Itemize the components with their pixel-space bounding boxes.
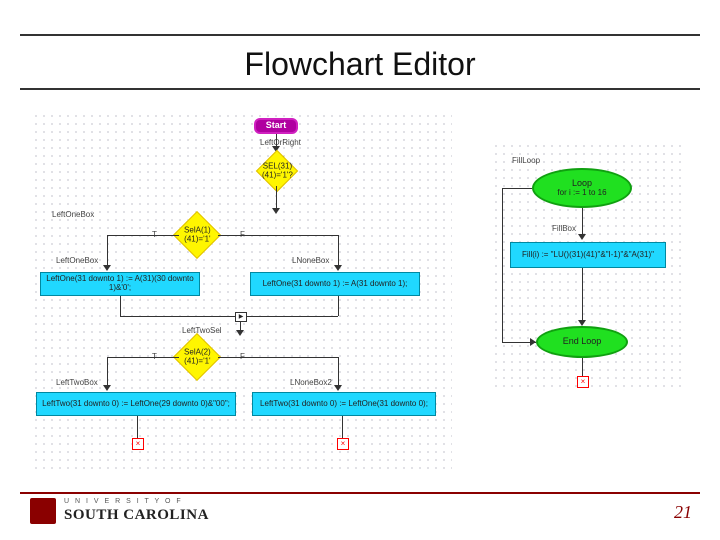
terminator-icon: × (337, 438, 349, 450)
label-leftonebox2: LeftOneBox (56, 256, 98, 265)
proc-lnone2: LeftTwo(31 downto 0) := LeftOne(31 downt… (252, 392, 436, 416)
proc-fill: Fill(i) := "LU()(31)(41)"&"I-1)"&"A(31)" (510, 242, 666, 268)
arrow-down-icon (103, 385, 111, 391)
page-number: 21 (674, 502, 692, 523)
edge (107, 357, 108, 387)
logo-line1: U N I V E R S I T Y O F (64, 498, 183, 505)
edge (582, 208, 583, 236)
label-lnonebox: LNoneBox (292, 256, 329, 265)
edge (338, 296, 339, 316)
label-leftonebox: LeftOneBox (52, 210, 94, 219)
label-lefttwobox: LeftTwoBox (56, 378, 98, 387)
university-logo: U N I V E R S I T Y O F SOUTH CAROLINA (30, 498, 260, 528)
arrow-down-icon (272, 208, 280, 214)
edge (240, 316, 338, 317)
arrow-down-icon (578, 234, 586, 240)
edge (218, 235, 338, 236)
slide-title: Flowchart Editor (0, 46, 720, 83)
edge (107, 235, 108, 267)
flowchart-canvas: Start LeftOrRight SEL(31)(41)='1'? LeftO… (32, 112, 688, 472)
rule-top (20, 34, 700, 36)
join-icon: ▶ (235, 312, 247, 322)
arrow-down-icon (334, 385, 342, 391)
loop-node: Loop for i := 1 to 16 (532, 168, 632, 208)
edge (107, 357, 179, 358)
edge (342, 416, 343, 440)
edge (137, 416, 138, 440)
label-leftright: LeftOrRight (260, 138, 301, 147)
label-fillbox: FillBox (552, 224, 576, 233)
label-lefttwosel: LeftTwoSel (182, 326, 222, 335)
edge (582, 358, 583, 378)
edge (120, 296, 121, 316)
label-fillloop: FillLoop (512, 156, 540, 165)
arrow-right-icon (530, 338, 536, 346)
decision-1-text: SEL(31)(41)='1'? (262, 162, 293, 180)
arrow-down-icon (103, 265, 111, 271)
proc-lnone: LeftOne(31 downto 1) := A(31 downto 1); (250, 272, 420, 296)
arrow-down-icon (334, 265, 342, 271)
decision-3-text: SelA(2)(41)='1' (184, 348, 211, 366)
slide: Flowchart Editor Start LeftOrRight SEL(3… (0, 0, 720, 540)
edge (276, 186, 277, 210)
label-lnonebox2: LNoneBox2 (290, 378, 332, 387)
decision-2-text: SelA(1)(41)='1' (184, 226, 211, 244)
edge (120, 316, 240, 317)
rule-under-title (20, 88, 700, 90)
edge (338, 235, 339, 267)
start-node: Start (254, 118, 298, 134)
edge (582, 268, 583, 322)
edge (502, 188, 503, 342)
logo-line2: SOUTH CAROLINA (64, 507, 209, 524)
arrow-down-icon (236, 330, 244, 336)
edge (107, 235, 179, 236)
footer-rule (20, 492, 700, 494)
edge (502, 188, 532, 189)
endloop-node: End Loop (536, 326, 628, 358)
terminator-icon: × (132, 438, 144, 450)
edge (338, 357, 339, 387)
proc-leftone: LeftOne(31 downto 1) := A(31)(30 downto … (40, 272, 200, 296)
logo-crest-icon (30, 498, 56, 524)
edge (218, 357, 338, 358)
terminator-icon: × (577, 376, 589, 388)
proc-lefttwo: LeftTwo(31 downto 0) := LeftOne(29 downt… (36, 392, 236, 416)
loop-subtext: for i := 1 to 16 (557, 189, 606, 198)
